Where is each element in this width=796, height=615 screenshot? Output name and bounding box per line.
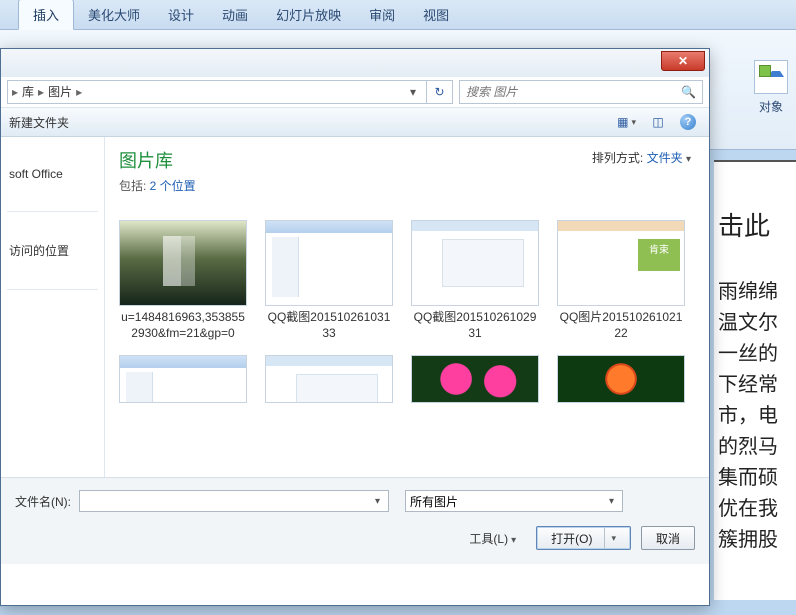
view-thumbnails-icon: ▦ bbox=[617, 115, 628, 129]
search-icon: 🔍 bbox=[681, 85, 696, 99]
refresh-button[interactable]: ↻ bbox=[427, 80, 453, 104]
preview-pane-icon: ◫ bbox=[652, 115, 663, 129]
image-thumbnail bbox=[412, 221, 538, 305]
chevron-down-icon: ▾ bbox=[511, 535, 516, 546]
sidebar-separator bbox=[7, 211, 98, 212]
image-thumbnail bbox=[266, 356, 392, 402]
object-icon bbox=[754, 60, 788, 94]
breadcrumb-seg-pictures[interactable]: 图片 bbox=[44, 83, 76, 100]
file-item[interactable] bbox=[119, 355, 247, 403]
tab-slideshow[interactable]: 幻灯片放映 bbox=[262, 0, 355, 29]
file-name: u=1484816963,3538552930&fm=21&gp=0 bbox=[119, 310, 247, 341]
breadcrumb-seg-library[interactable]: 库 bbox=[18, 83, 38, 100]
document-body-text: 雨绵绵温文尔一丝的下经常市，电的烈马集而硕优在我簇拥股 bbox=[718, 281, 778, 551]
file-item[interactable]: QQ截图20151026103133 bbox=[265, 220, 393, 341]
tools-menu[interactable]: 工具(L)▾ bbox=[469, 530, 516, 547]
file-item[interactable] bbox=[557, 355, 685, 403]
ribbon-group-object[interactable]: 对象 bbox=[748, 60, 794, 115]
image-thumbnail bbox=[558, 221, 684, 305]
image-thumbnail bbox=[266, 221, 392, 305]
chevron-down-icon: ▾ bbox=[686, 154, 691, 165]
ribbon-tabs: 插入 美化大师 设计 动画 幻灯片放映 审阅 视图 bbox=[0, 0, 796, 30]
tab-insert[interactable]: 插入 bbox=[18, 0, 74, 30]
help-icon: ? bbox=[680, 114, 696, 130]
library-locations-link[interactable]: 2 个位置 bbox=[150, 179, 196, 193]
tab-animation[interactable]: 动画 bbox=[208, 0, 262, 29]
preview-pane-button[interactable]: ◫ bbox=[647, 111, 669, 133]
tools-label: 工具(L) bbox=[469, 532, 508, 546]
sidebar-item-recent[interactable]: 访问的位置 bbox=[7, 232, 98, 269]
content-pane: 图片库 包括: 2 个位置 排列方式: 文件夹 ▾ u=1484816963,3… bbox=[105, 137, 709, 477]
filetype-value bbox=[410, 494, 605, 508]
breadcrumb-dropdown[interactable]: ▾ bbox=[404, 85, 422, 99]
chevron-down-icon[interactable]: ▾ bbox=[371, 496, 384, 507]
filename-label: 文件名(N): bbox=[15, 493, 71, 510]
file-item[interactable]: QQ截图20151026102931 bbox=[411, 220, 539, 341]
library-subtitle: 包括: 2 个位置 bbox=[119, 177, 695, 194]
filename-combo[interactable]: ▾ bbox=[79, 490, 389, 512]
chevron-down-icon[interactable]: ▾ bbox=[605, 496, 618, 507]
thumbnail-grid: u=1484816963,3538552930&fm=21&gp=0 QQ截图2… bbox=[119, 220, 695, 403]
open-button[interactable]: 打开(O) ▾ bbox=[536, 526, 631, 550]
sort-label: 排列方式: bbox=[592, 151, 643, 165]
refresh-icon: ↻ bbox=[434, 85, 444, 99]
image-thumbnail bbox=[412, 356, 538, 402]
sort-row: 排列方式: 文件夹 ▾ bbox=[592, 149, 691, 166]
tab-design[interactable]: 设计 bbox=[154, 0, 208, 29]
sidebar: soft Office 访问的位置 bbox=[1, 137, 105, 477]
dialog-body: soft Office 访问的位置 图片库 包括: 2 个位置 排列方式: 文件… bbox=[1, 137, 709, 477]
cancel-label: 取消 bbox=[656, 530, 680, 547]
chevron-down-icon[interactable]: ▾ bbox=[611, 533, 616, 544]
sort-value-link[interactable]: 文件夹 bbox=[647, 151, 683, 165]
chevron-right-icon: ▸ bbox=[76, 85, 82, 99]
file-open-dialog: ✕ ▸ 库 ▸ 图片 ▸ ▾ ↻ 🔍 新建文件夹 ▦ ◫ ? bbox=[0, 48, 710, 606]
cancel-button[interactable]: 取消 bbox=[641, 526, 695, 550]
file-name: QQ截图20151026102931 bbox=[411, 310, 539, 341]
file-item[interactable]: u=1484816963,3538552930&fm=21&gp=0 bbox=[119, 220, 247, 341]
dialog-nav: ▸ 库 ▸ 图片 ▸ ▾ ↻ 🔍 bbox=[1, 77, 709, 107]
view-mode-button[interactable]: ▦ bbox=[612, 111, 641, 133]
dialog-bottom: 文件名(N): ▾ ▾ 工具(L)▾ 打开(O) ▾ 取消 bbox=[1, 477, 709, 564]
help-button[interactable]: ? bbox=[675, 111, 701, 133]
image-thumbnail bbox=[120, 221, 246, 305]
new-folder-button[interactable]: 新建文件夹 bbox=[9, 114, 69, 131]
sidebar-item-office[interactable]: soft Office bbox=[7, 157, 98, 191]
file-item[interactable]: QQ图片20151026102122 bbox=[557, 220, 685, 341]
close-icon: ✕ bbox=[678, 54, 688, 68]
document-area: 击此 雨绵绵温文尔一丝的下经常市，电的烈马集而硕优在我簇拥股 bbox=[714, 160, 796, 600]
close-button[interactable]: ✕ bbox=[661, 51, 705, 71]
file-item[interactable] bbox=[265, 355, 393, 403]
tab-review[interactable]: 审阅 bbox=[355, 0, 409, 29]
dialog-titlebar: ✕ bbox=[1, 49, 709, 77]
file-item[interactable] bbox=[411, 355, 539, 403]
button-split bbox=[604, 528, 605, 548]
search-input[interactable] bbox=[466, 85, 681, 99]
breadcrumb[interactable]: ▸ 库 ▸ 图片 ▸ ▾ bbox=[7, 80, 427, 104]
search-box[interactable]: 🔍 bbox=[459, 80, 703, 104]
tab-beautify[interactable]: 美化大师 bbox=[74, 0, 154, 29]
file-name: QQ截图20151026103133 bbox=[265, 310, 393, 341]
filetype-combo[interactable]: ▾ bbox=[405, 490, 623, 512]
filename-input[interactable] bbox=[84, 494, 371, 508]
sidebar-separator bbox=[7, 289, 98, 290]
image-thumbnail bbox=[558, 356, 684, 402]
library-subtitle-prefix: 包括: bbox=[119, 179, 150, 193]
file-name: QQ图片20151026102122 bbox=[557, 310, 685, 341]
object-label: 对象 bbox=[748, 98, 794, 115]
tab-view[interactable]: 视图 bbox=[409, 0, 463, 29]
image-thumbnail bbox=[120, 356, 246, 402]
dialog-toolbar: 新建文件夹 ▦ ◫ ? bbox=[1, 107, 709, 137]
open-label: 打开(O) bbox=[551, 530, 592, 547]
document-title-fragment: 击此 bbox=[718, 211, 770, 241]
